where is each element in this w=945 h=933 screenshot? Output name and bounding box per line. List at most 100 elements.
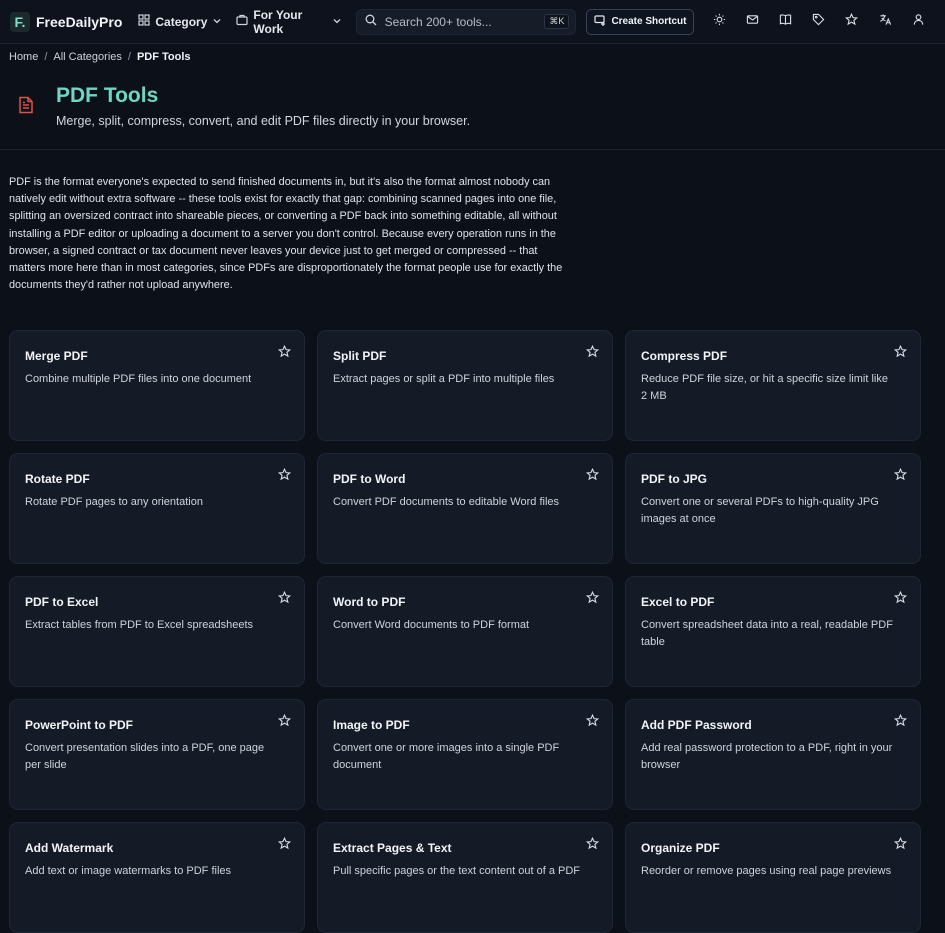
docs-button[interactable]: [769, 8, 802, 36]
tool-card[interactable]: Add Watermark Add text or image watermark…: [9, 822, 305, 933]
breadcrumb-separator: /: [44, 51, 48, 63]
tool-card[interactable]: PowerPoint to PDF Convert presentation sl…: [9, 699, 305, 810]
favorite-star-icon[interactable]: [893, 467, 908, 481]
favorite-star-icon[interactable]: [893, 344, 908, 358]
file-text-icon: [18, 96, 40, 149]
tool-card-description: Reorder or remove pages using real page …: [641, 865, 892, 877]
tool-card[interactable]: Rotate PDF Rotate PDF pages to any orient…: [9, 453, 305, 564]
search-box[interactable]: ⌘K: [355, 8, 577, 35]
top-navigation-bar: F. FreeDailyPro Category For Your Work ⌘…: [0, 0, 945, 44]
star-icon: [845, 12, 859, 31]
tags-button[interactable]: [802, 8, 835, 36]
create-shortcut-label: Create Shortcut: [611, 16, 687, 27]
tool-card-description: Extract tables from PDF to Excel spreads…: [25, 619, 254, 631]
tool-card-description: Add real password protection to a PDF, r…: [641, 742, 893, 771]
language-button[interactable]: [869, 8, 902, 36]
tool-card-description: Pull specific pages or the text content …: [333, 865, 581, 877]
tool-card-title: Add PDF Password: [641, 718, 752, 732]
tool-card[interactable]: Word to PDF Convert Word documents to PDF…: [317, 576, 613, 687]
tool-card-description: Reduce PDF file size, or hit a specific …: [641, 373, 888, 402]
breadcrumb: Home / All Categories / PDF Tools: [0, 44, 945, 70]
tool-card-title: Split PDF: [333, 349, 387, 363]
favorite-star-icon[interactable]: [893, 836, 908, 850]
chevron-down-icon: [212, 15, 222, 29]
favorite-star-icon[interactable]: [585, 713, 600, 727]
tool-card-title: Word to PDF: [333, 595, 406, 609]
tool-card[interactable]: Merge PDF Combine multiple PDF files into…: [9, 330, 305, 441]
tool-card-title: Add Watermark: [25, 841, 114, 855]
tool-card[interactable]: Extract Pages & Text Pull specific pages …: [317, 822, 613, 933]
page-subtitle: Merge, split, compress, convert, and edi…: [56, 114, 471, 128]
category-dropdown[interactable]: Category: [138, 14, 222, 29]
tool-card-title: PowerPoint to PDF: [25, 718, 133, 732]
tool-card-description: Extract pages or split a PDF into multip…: [333, 373, 555, 385]
tool-card[interactable]: Image to PDF Convert one or more images i…: [317, 699, 613, 810]
favorite-star-icon[interactable]: [893, 713, 908, 727]
search-input[interactable]: [384, 14, 537, 29]
search-icon: [365, 13, 377, 31]
search-shortcut-hint: ⌘K: [544, 14, 570, 29]
favorite-star-icon[interactable]: [277, 713, 292, 727]
account-button[interactable]: [902, 8, 935, 36]
favorite-star-icon[interactable]: [277, 836, 292, 850]
favorite-star-icon[interactable]: [585, 590, 600, 604]
favorite-star-icon[interactable]: [277, 590, 292, 604]
intro-paragraph: PDF is the format everyone's expected to…: [9, 176, 563, 292]
logo-mark: F.: [10, 11, 30, 32]
tool-card[interactable]: Compress PDF Reduce PDF file size, or hit…: [625, 330, 921, 441]
favorite-star-icon[interactable]: [277, 467, 292, 481]
favorite-star-icon[interactable]: [277, 344, 292, 358]
tool-card-description: Convert Word documents to PDF format: [333, 619, 530, 631]
breadcrumb-current: PDF Tools: [136, 51, 191, 63]
briefcase-icon: [236, 14, 248, 29]
tool-card-title: Merge PDF: [25, 349, 88, 363]
tool-card-title: PDF to Word: [333, 472, 406, 486]
favorite-star-icon[interactable]: [893, 590, 908, 604]
tool-card-description: Rotate PDF pages to any orientation: [25, 496, 203, 508]
breadcrumb-all-categories[interactable]: All Categories: [53, 51, 121, 63]
tool-card-title: PDF to JPG: [641, 472, 708, 486]
breadcrumb-separator: /: [127, 51, 131, 63]
chevron-down-icon: [332, 15, 342, 29]
grid-icon: [138, 14, 150, 29]
user-icon: [912, 13, 925, 31]
mail-button[interactable]: [736, 8, 769, 36]
tool-card-title: Image to PDF: [333, 718, 410, 732]
tool-card-title: Excel to PDF: [641, 595, 715, 609]
tool-card-description: Convert one or several PDFs to high-qual…: [641, 496, 879, 525]
tool-card[interactable]: PDF to Word Convert PDF documents to edit…: [317, 453, 613, 564]
tool-card-description: Combine multiple PDF files into one docu…: [25, 373, 252, 385]
for-your-work-dropdown[interactable]: For Your Work: [236, 8, 341, 36]
for-your-work-label: For Your Work: [253, 7, 303, 36]
tool-card[interactable]: PDF to Excel Extract tables from PDF to E…: [9, 576, 305, 687]
logo-text: FreeDailyPro: [36, 13, 123, 30]
page-title: PDF Tools: [56, 84, 159, 107]
tool-card[interactable]: Add PDF Password Add real password protec…: [625, 699, 921, 810]
theme-toggle-button[interactable]: [702, 8, 735, 36]
tool-card[interactable]: Excel to PDF Convert spreadsheet data int…: [625, 576, 921, 687]
tool-card[interactable]: Organize PDF Reorder or remove pages usin…: [625, 822, 921, 933]
logo[interactable]: F. FreeDailyPro: [10, 11, 123, 32]
page-hero: PDF Tools Merge, split, compress, conver…: [0, 70, 945, 150]
tool-card[interactable]: PDF to JPG Convert one or several PDFs to…: [625, 453, 921, 564]
tag-icon: [812, 13, 825, 31]
tool-card-title: PDF to Excel: [25, 595, 99, 609]
breadcrumb-home[interactable]: Home: [9, 51, 38, 63]
category-label: Category: [155, 14, 208, 29]
book-icon: [779, 13, 792, 31]
sun-icon: [713, 13, 726, 31]
tool-grid: Merge PDF Combine multiple PDF files into…: [9, 330, 921, 933]
favorite-star-icon[interactable]: [585, 836, 600, 850]
tool-card-title: Organize PDF: [641, 841, 720, 855]
tool-card[interactable]: Split PDF Extract pages or split a PDF in…: [317, 330, 613, 441]
tool-card-title: Extract Pages & Text: [333, 841, 452, 855]
favorite-star-icon[interactable]: [585, 467, 600, 481]
mail-icon: [746, 13, 759, 31]
tool-card-description: Convert presentation slides into a PDF, …: [25, 742, 265, 771]
favorite-star-icon[interactable]: [585, 344, 600, 358]
create-shortcut-button[interactable]: Create Shortcut: [586, 8, 695, 35]
favorites-button[interactable]: [835, 8, 868, 36]
tool-card-description: Add text or image watermarks to PDF file…: [25, 865, 232, 877]
tool-card-description: Convert one or more images into a single…: [333, 742, 560, 771]
tool-card-title: Compress PDF: [641, 349, 728, 363]
